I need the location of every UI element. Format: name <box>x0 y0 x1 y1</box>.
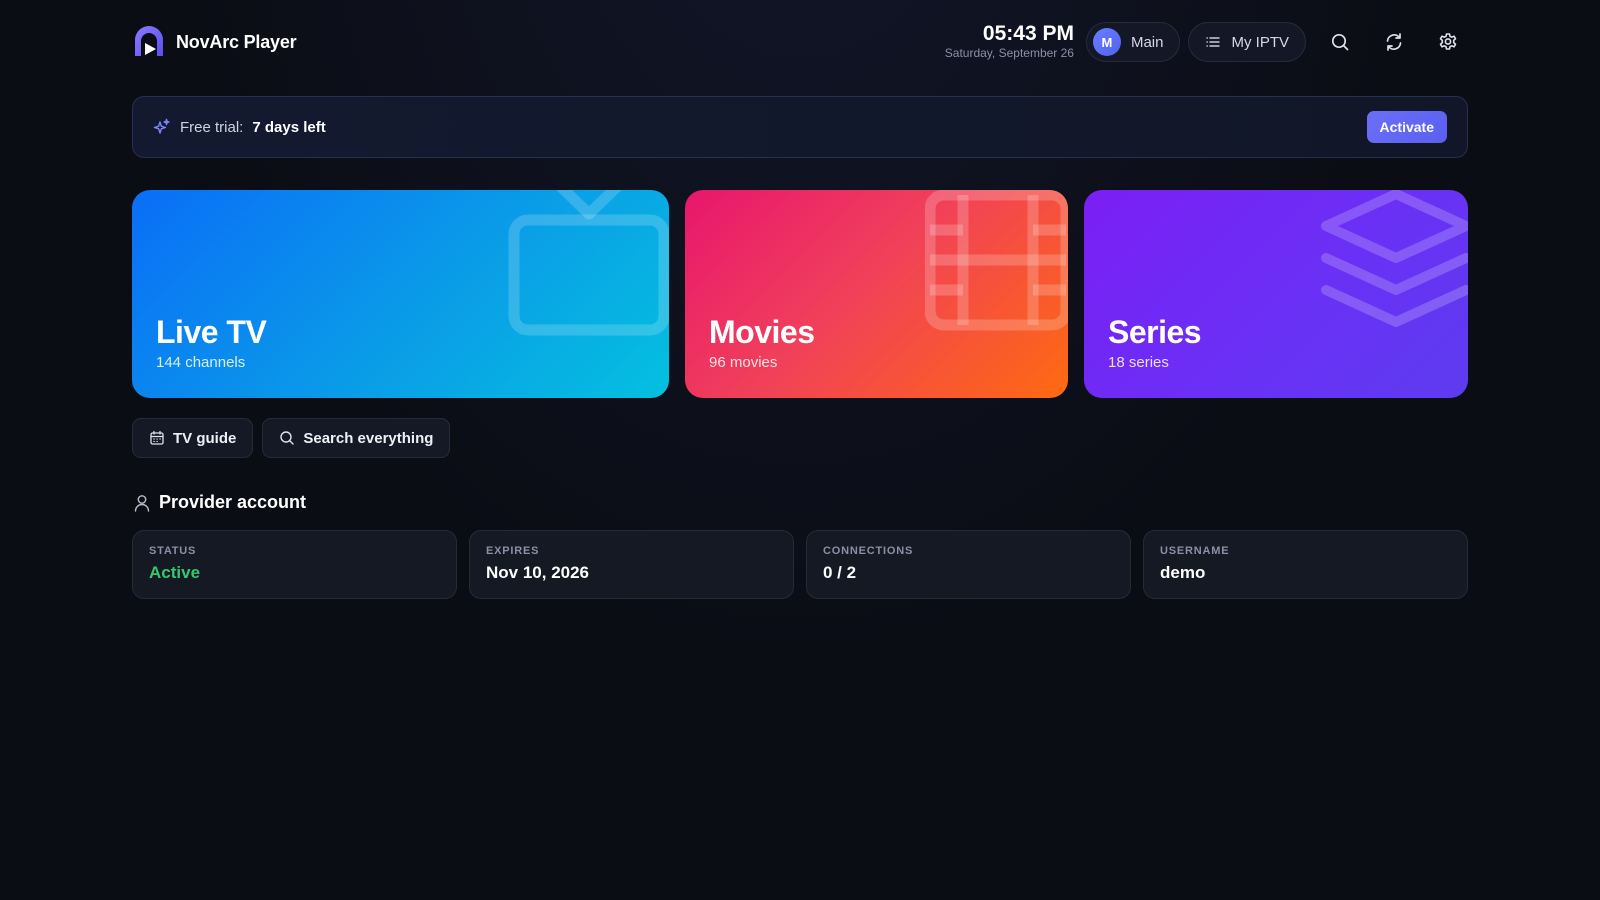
provider-section-title: Provider account <box>134 492 306 513</box>
stat-value: demo <box>1160 563 1206 582</box>
stat-status: STATUS Active <box>132 530 457 599</box>
stat-label: STATUS <box>149 545 197 557</box>
settings-button[interactable] <box>1428 22 1468 62</box>
stat-label: CONNECTIONS <box>823 545 914 557</box>
clock-time: 05:43 PM <box>982 22 1074 45</box>
quick-actions: TV guide Search everything <box>132 418 451 458</box>
search-button[interactable] <box>1320 22 1360 62</box>
layers-icon <box>1321 190 1468 327</box>
action-label: TV guide <box>173 429 237 447</box>
home-screen: NovArc Player 05:43 PM Saturday, Septemb… <box>0 0 1600 900</box>
header: NovArc Player 05:43 PM Saturday, Septemb… <box>132 22 1468 62</box>
trial-banner: Free trial: 7 days left Activate <box>132 96 1468 158</box>
category-cards: Live TV 144 channels Movies 96 movies Se… <box>132 190 1468 398</box>
card-subtitle: 144 channels <box>156 354 246 371</box>
activate-button[interactable]: Activate <box>1366 111 1447 143</box>
search-icon <box>280 431 295 445</box>
search-icon <box>1331 33 1349 51</box>
novarc-logo-icon <box>135 26 163 56</box>
card-live-tv[interactable]: Live TV 144 channels <box>132 190 669 398</box>
card-title: Live TV <box>156 314 267 350</box>
avatar: M <box>1092 28 1121 56</box>
trial-remaining: 7 days left <box>252 118 326 136</box>
trial-prefix: Free trial: <box>180 118 244 136</box>
profile-switcher[interactable]: M Main <box>1085 22 1181 62</box>
calendar-icon <box>150 430 164 445</box>
provider-stats: STATUS Active EXPIRES Nov 10, 2026 CONNE… <box>132 530 1468 599</box>
refresh-button[interactable] <box>1374 22 1414 62</box>
card-subtitle: 18 series <box>1108 354 1169 371</box>
app-name: NovArc Player <box>176 31 297 52</box>
profile-name: Main <box>1130 33 1164 51</box>
stat-expires: EXPIRES Nov 10, 2026 <box>469 530 794 599</box>
refresh-icon <box>1386 33 1402 51</box>
card-series[interactable]: Series 18 series <box>1084 190 1468 398</box>
section-title-text: Provider account <box>159 492 307 512</box>
playlist-switcher[interactable]: My IPTV <box>1188 22 1306 62</box>
trial-message: Free trial: 7 days left <box>153 118 326 136</box>
brand[interactable]: NovArc Player <box>132 25 297 59</box>
tv-icon <box>508 190 669 336</box>
stat-connections: CONNECTIONS 0 / 2 <box>806 530 1131 599</box>
stat-username: USERNAME demo <box>1143 530 1468 599</box>
user-icon <box>134 494 150 512</box>
stat-label: USERNAME <box>1160 545 1230 557</box>
stat-value: Active <box>149 563 201 582</box>
card-title: Movies <box>709 314 815 350</box>
stat-value: 0 / 2 <box>823 563 857 582</box>
stat-label: EXPIRES <box>486 545 540 557</box>
search-everything-button[interactable]: Search everything <box>262 418 451 458</box>
stat-value: Nov 10, 2026 <box>486 563 590 582</box>
card-subtitle: 96 movies <box>709 354 778 371</box>
header-controls: 05:43 PM Saturday, September 26 M Main M… <box>945 22 1468 62</box>
clock-date: Saturday, September 26 <box>944 46 1074 60</box>
gear-icon <box>1439 33 1457 50</box>
tv-guide-button[interactable]: TV guide <box>132 418 254 458</box>
film-icon <box>925 190 1068 331</box>
action-label: Search everything <box>303 429 434 447</box>
clock: 05:43 PM Saturday, September 26 <box>945 23 1074 61</box>
playlist-name: My IPTV <box>1231 33 1289 51</box>
list-icon <box>1206 37 1221 47</box>
sparkles-icon <box>153 118 170 134</box>
card-title: Series <box>1108 314 1202 350</box>
card-movies[interactable]: Movies 96 movies <box>685 190 1068 398</box>
